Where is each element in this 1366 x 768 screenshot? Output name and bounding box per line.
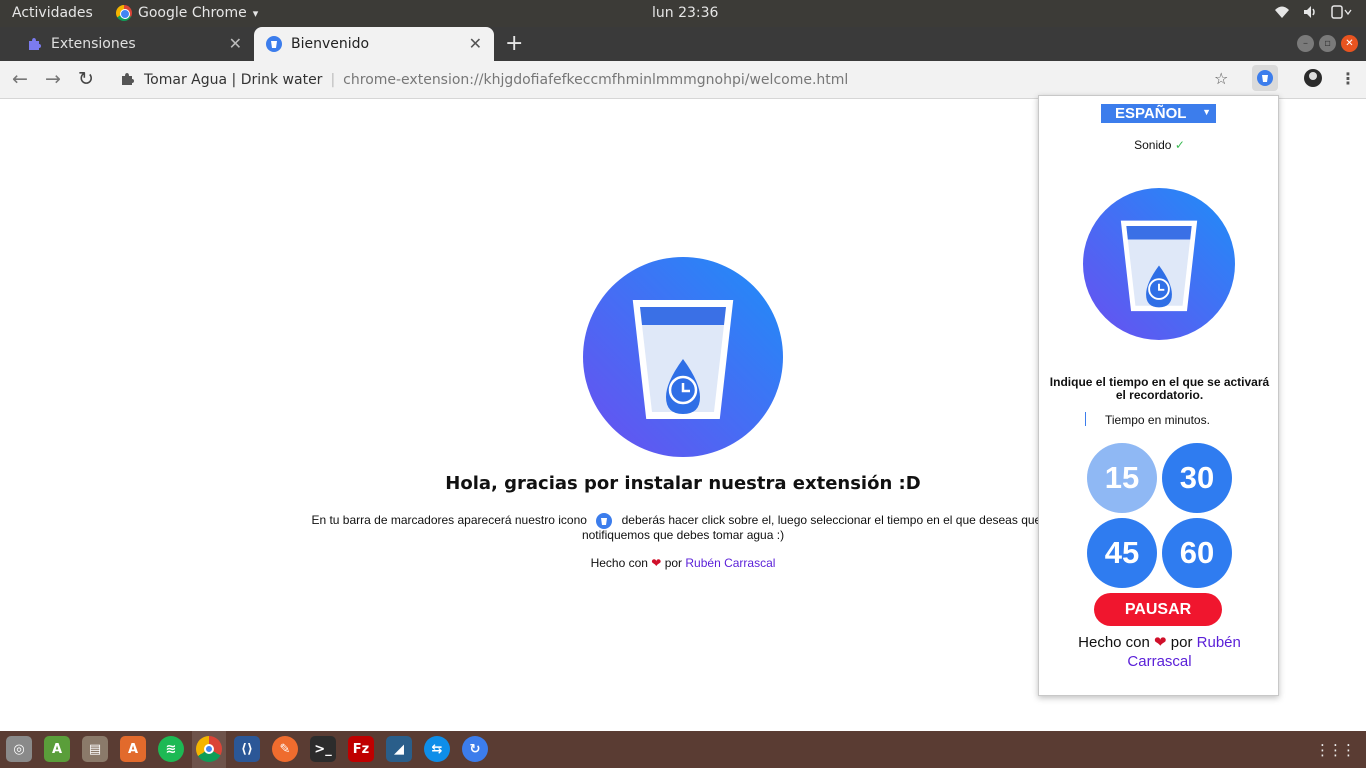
time-button-15[interactable]: 15 <box>1087 443 1157 513</box>
activities-button[interactable]: Actividades <box>12 5 93 21</box>
show-apps-grid-icon[interactable]: ⋮⋮⋮ <box>1315 741 1356 759</box>
close-icon[interactable]: ✕ <box>229 34 242 53</box>
chrome-icon[interactable] <box>196 736 222 762</box>
reload-icon[interactable]: ↻ <box>78 68 94 90</box>
water-glass-logo <box>583 257 783 457</box>
tab-title: Bienvenido <box>291 36 370 52</box>
instructions-text: Indique el tiempo en el que se activará … <box>1049 375 1270 402</box>
minutes-input[interactable]: Tiempo en minutos. <box>1085 412 1265 428</box>
pause-button[interactable]: PAUSAR <box>1094 593 1222 626</box>
language-value: ESPAÑOL <box>1115 105 1187 122</box>
maximize-button[interactable]: ▫ <box>1319 35 1336 52</box>
tab-welcome[interactable]: Bienvenido ✕ <box>254 27 494 61</box>
android-studio-icon[interactable]: A <box>44 736 70 762</box>
time-button-30[interactable]: 30 <box>1162 443 1232 513</box>
chevron-down-icon: ▼ <box>1202 107 1211 117</box>
new-tab-button[interactable]: + <box>505 31 523 56</box>
text-cursor <box>1085 412 1086 426</box>
author-link[interactable]: Rubén Carrascal <box>685 556 775 570</box>
puzzle-icon <box>120 72 136 88</box>
close-window-button[interactable]: ✕ <box>1341 35 1358 52</box>
clock[interactable]: lun 23:36 <box>652 5 718 21</box>
address-bar[interactable]: Tomar Agua | Drink water | chrome-extens… <box>110 66 1240 94</box>
sound-label: Sonido <box>1134 138 1172 152</box>
screenshot-icon[interactable]: ◎ <box>6 736 32 762</box>
minimize-button[interactable]: – <box>1297 35 1314 52</box>
mysql-workbench-icon[interactable]: ◢ <box>386 736 412 762</box>
puzzle-icon <box>26 36 42 52</box>
power-icon[interactable] <box>1330 4 1352 20</box>
teamviewer-icon[interactable]: ⇆ <box>424 736 450 762</box>
language-select[interactable]: ESPAÑOL ▼ <box>1101 104 1216 123</box>
profile-avatar[interactable] <box>1304 69 1322 91</box>
tab-extensions[interactable]: Extensiones ✕ <box>14 27 254 61</box>
browser-toolbar: ← → ↻ Tomar Agua | Drink water | chrome-… <box>0 61 1366 99</box>
divider: | <box>330 72 336 88</box>
extension-button[interactable] <box>1252 65 1278 91</box>
system-tray[interactable] <box>1274 4 1352 20</box>
menu-kebab-icon[interactable]: ⋮ <box>1340 69 1356 88</box>
water-glass-icon <box>596 513 613 529</box>
water-glass-logo <box>1083 188 1235 340</box>
close-icon[interactable]: ✕ <box>469 34 482 53</box>
back-arrow-icon[interactable]: ← <box>12 68 28 90</box>
postman-icon[interactable]: ✎ <box>272 736 298 762</box>
vscode-icon[interactable]: ⟨⟩ <box>234 736 260 762</box>
sound-toggle[interactable]: Sonido ✓ <box>1039 138 1280 152</box>
check-icon: ✓ <box>1174 138 1185 152</box>
instructions-paragraph: En tu barra de marcadores aparecerá nues… <box>300 513 1066 542</box>
taskbar-dock: ◎ A ▤ A ≋ ⟨⟩ ✎ >_ Fz ◢ ⇆ ↻ ⋮⋮⋮ <box>0 731 1366 768</box>
tab-title: Extensiones <box>51 36 136 52</box>
water-glass-icon <box>266 36 282 52</box>
app-menu-label: Google Chrome <box>138 5 247 21</box>
files-icon[interactable]: ▤ <box>82 736 108 762</box>
chrome-icon <box>116 5 132 21</box>
extension-popup: ESPAÑOL ▼ Sonido ✓ Indique el tiempo en … <box>1038 95 1279 696</box>
url-text[interactable]: chrome-extension://khjgdofiafefkeccmfhmi… <box>343 72 848 88</box>
software-center-icon[interactable]: A <box>120 736 146 762</box>
system-top-bar: Actividades Google Chrome ▾ lun 23:36 <box>0 0 1366 27</box>
by-label: por <box>1170 634 1193 651</box>
chevron-down-icon: ▾ <box>252 6 259 20</box>
text-after-icon: deberás hacer click sobre el, luego sele… <box>581 513 1055 542</box>
popup-credits: Hecho con ❤ por Rubén Carrascal <box>1039 633 1280 671</box>
by-label: por <box>664 556 683 570</box>
heart-icon: ❤ <box>1154 634 1167 651</box>
made-with-label: Hecho con <box>1078 634 1150 651</box>
tab-strip: Extensiones ✕ Bienvenido ✕ + – ▫ ✕ <box>0 27 1366 61</box>
time-button-60[interactable]: 60 <box>1162 518 1232 588</box>
window-controls: – ▫ ✕ <box>1297 35 1358 52</box>
terminal-icon[interactable]: >_ <box>310 736 336 762</box>
site-name: Tomar Agua | Drink water <box>144 72 323 88</box>
text-before-icon: En tu barra de marcadores aparecerá nues… <box>311 513 587 528</box>
minutes-placeholder: Tiempo en minutos. <box>1105 413 1210 427</box>
bookmark-star-icon[interactable]: ☆ <box>1214 69 1228 88</box>
forward-arrow-icon[interactable]: → <box>45 68 61 90</box>
made-with-label: Hecho con <box>590 556 648 570</box>
heart-icon: ❤ <box>651 556 662 570</box>
spotify-icon[interactable]: ≋ <box>158 736 184 762</box>
time-button-45[interactable]: 45 <box>1087 518 1157 588</box>
wifi-icon[interactable] <box>1274 4 1290 20</box>
volume-icon[interactable] <box>1302 4 1318 20</box>
filezilla-icon[interactable]: Fz <box>348 736 374 762</box>
ubuntu-update-icon[interactable]: ↻ <box>462 736 488 762</box>
water-glass-icon <box>1257 70 1273 86</box>
app-menu[interactable]: Google Chrome ▾ <box>116 5 258 21</box>
